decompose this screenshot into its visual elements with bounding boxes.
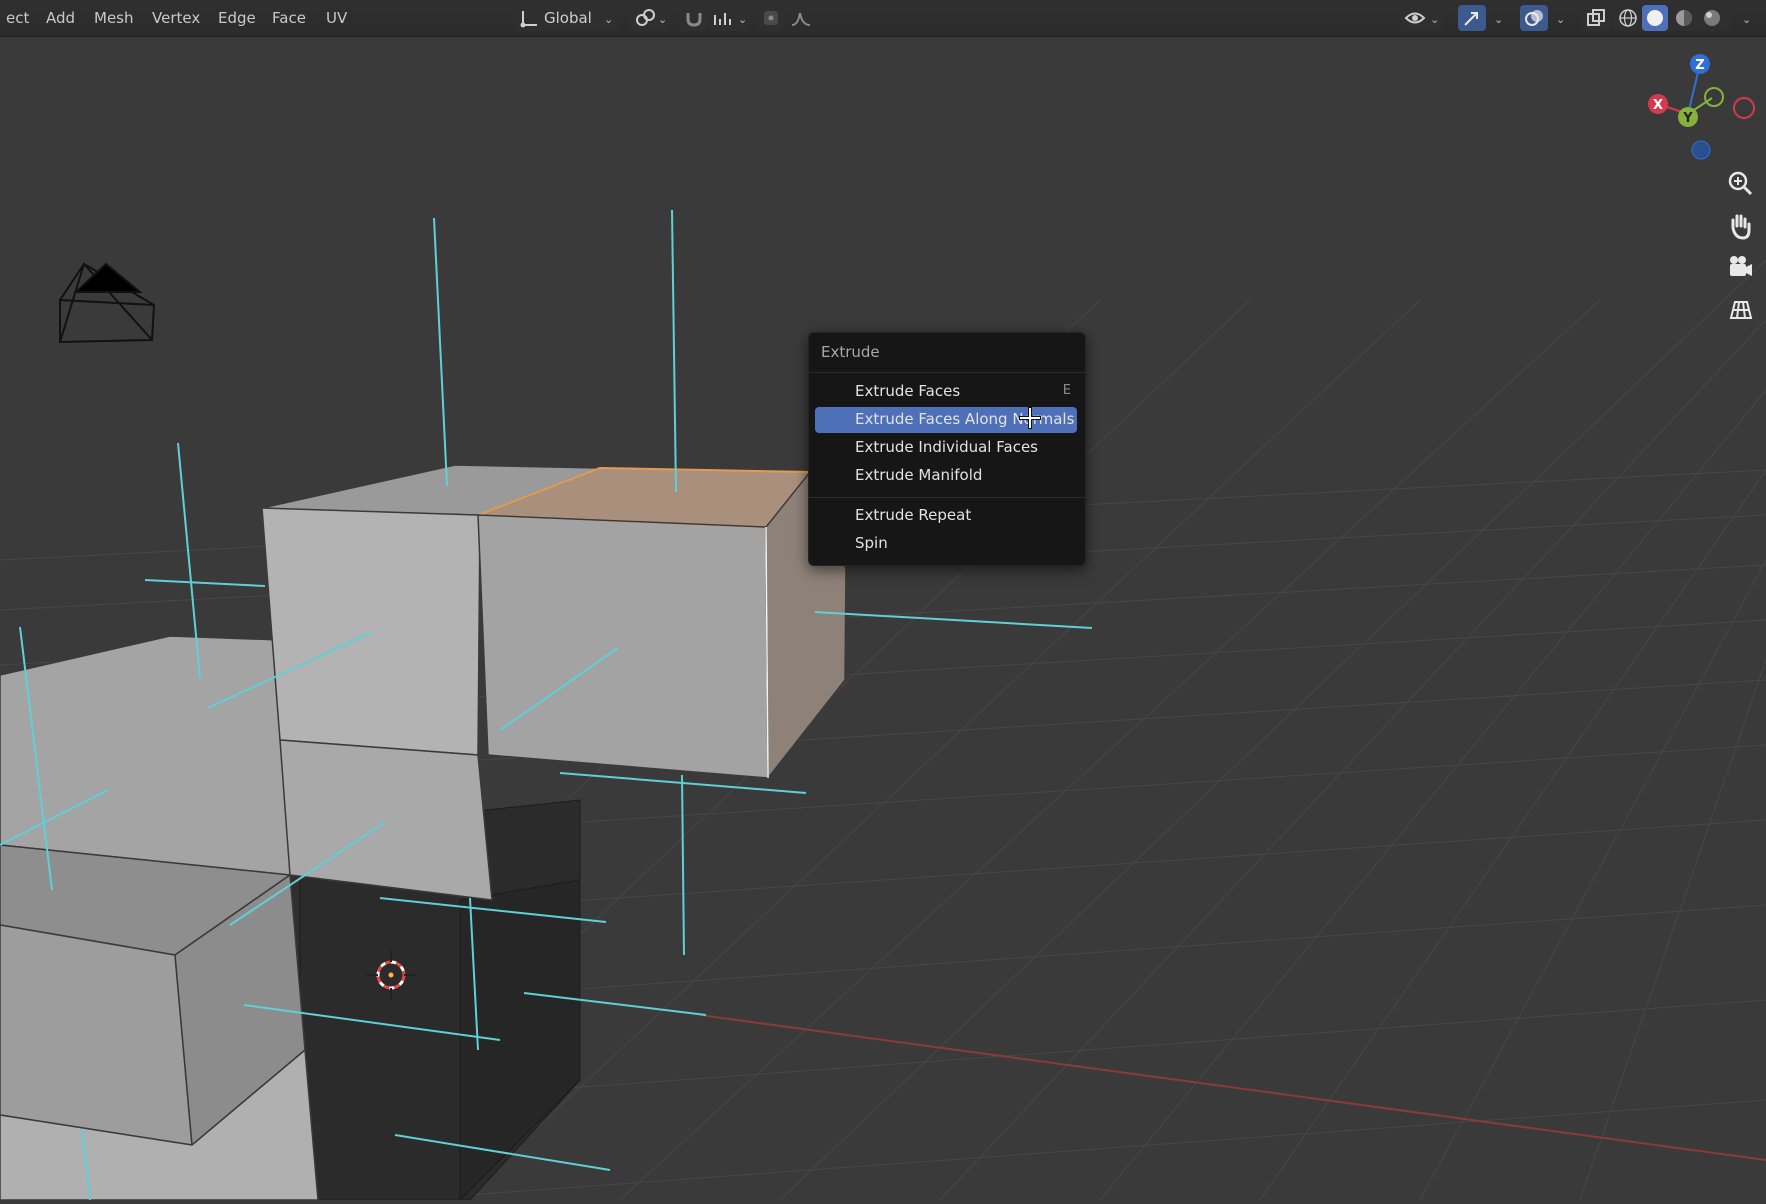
navigation-gizmo[interactable]: Z X Y: [1648, 54, 1755, 160]
menu-vertex[interactable]: Vertex: [146, 7, 206, 29]
menu-title: Extrude: [821, 343, 880, 361]
x-axis-line: [699, 1014, 1766, 1161]
menu-item-label: Extrude Repeat: [855, 506, 972, 524]
proportional-icon: [764, 11, 778, 25]
chevron-down-icon: ⌄: [658, 13, 668, 26]
rendered-shading-icon[interactable]: [1700, 6, 1724, 30]
eye-icon: [1404, 12, 1426, 24]
orientation-label: Global: [544, 9, 592, 27]
gizmo-z-label: Z: [1695, 58, 1704, 73]
gizmo-x-label: X: [1653, 98, 1663, 113]
menu-item-extrude-manifold[interactable]: Extrude Manifold: [815, 463, 1077, 489]
menu-item-extrude-individual-faces[interactable]: Extrude Individual Faces: [815, 435, 1077, 461]
menu-mesh[interactable]: Mesh: [88, 7, 140, 29]
menu-separator: [809, 372, 1085, 373]
show-gizmo-toggle[interactable]: [1458, 5, 1486, 31]
menu-item-extrude-repeat[interactable]: Extrude Repeat: [815, 503, 1077, 529]
menu-separator: [809, 497, 1085, 498]
chevron-down-icon: ⌄: [1430, 13, 1440, 26]
overlays-icon: [1525, 10, 1543, 26]
camera-view-icon[interactable]: [1723, 250, 1757, 284]
menu-add[interactable]: Add: [40, 7, 81, 29]
snap-increment-icon: [714, 13, 731, 25]
gizmo-icon: [1464, 12, 1478, 26]
menu-face[interactable]: Face: [266, 7, 312, 29]
shading-mode-selector[interactable]: [1614, 5, 1730, 31]
chevron-down-icon[interactable]: ⌄: [1494, 14, 1504, 25]
ortho-grid-icon[interactable]: [1723, 292, 1757, 326]
menu-select[interactable]: ect: [0, 7, 35, 29]
3d-viewport[interactable]: Z X Y: [0, 0, 1766, 1202]
magnet-icon: [686, 13, 702, 27]
menu-item-label: Extrude Individual Faces: [855, 438, 1038, 456]
transform-orientation-dropdown[interactable]: Global ⌄: [514, 5, 618, 31]
extrude-menu: Extrude Extrude Faces E Extrude Faces Al…: [808, 332, 1086, 566]
chevron-down-icon: ⌄: [604, 13, 614, 26]
chevron-down-icon[interactable]: ⌄: [1742, 14, 1752, 25]
menu-item-label: Extrude Manifold: [855, 466, 983, 484]
orientation-axes-icon: [520, 11, 537, 28]
viewport-scene[interactable]: Z X Y: [0, 0, 1766, 1202]
menu-item-spin[interactable]: Spin: [815, 531, 1077, 557]
viewport-header: ect Add Mesh Vertex Edge Face UV Global …: [0, 0, 1766, 37]
menu-item-label: Extrude Faces: [855, 382, 961, 400]
camera-object[interactable]: [59, 262, 156, 344]
menu-item-label: Spin: [855, 534, 888, 552]
gizmo-y-label: Y: [1682, 111, 1693, 126]
pivot-icon: [636, 9, 655, 26]
pivot-point-dropdown[interactable]: ⌄: [630, 5, 670, 31]
menu-uv[interactable]: UV: [320, 7, 353, 29]
material-shading-icon[interactable]: [1672, 6, 1696, 30]
falloff-curve-icon: [791, 12, 811, 26]
wireframe-shading-icon[interactable]: [1616, 6, 1640, 30]
xray-toggle[interactable]: [1582, 5, 1610, 31]
mouse-cursor-icon: [1019, 407, 1041, 429]
chevron-down-icon: ⌄: [738, 13, 748, 26]
pan-hand-icon[interactable]: [1723, 208, 1757, 242]
falloff-dropdown[interactable]: [786, 5, 820, 31]
zoom-icon[interactable]: [1723, 166, 1757, 200]
snap-target-dropdown[interactable]: ⌄: [710, 5, 750, 31]
menu-item-shortcut: E: [1062, 383, 1071, 398]
snap-toggle[interactable]: [680, 5, 708, 31]
show-overlays-toggle[interactable]: [1520, 5, 1548, 31]
view-object-types-dropdown[interactable]: ⌄: [1400, 5, 1442, 31]
menu-edge[interactable]: Edge: [212, 7, 262, 29]
proportional-editing-toggle[interactable]: [758, 5, 784, 31]
xray-icon: [1587, 9, 1605, 26]
solid-shading-icon[interactable]: [1642, 5, 1668, 31]
chevron-down-icon[interactable]: ⌄: [1556, 14, 1566, 25]
menu-item-extrude-faces[interactable]: Extrude Faces E: [815, 379, 1077, 405]
